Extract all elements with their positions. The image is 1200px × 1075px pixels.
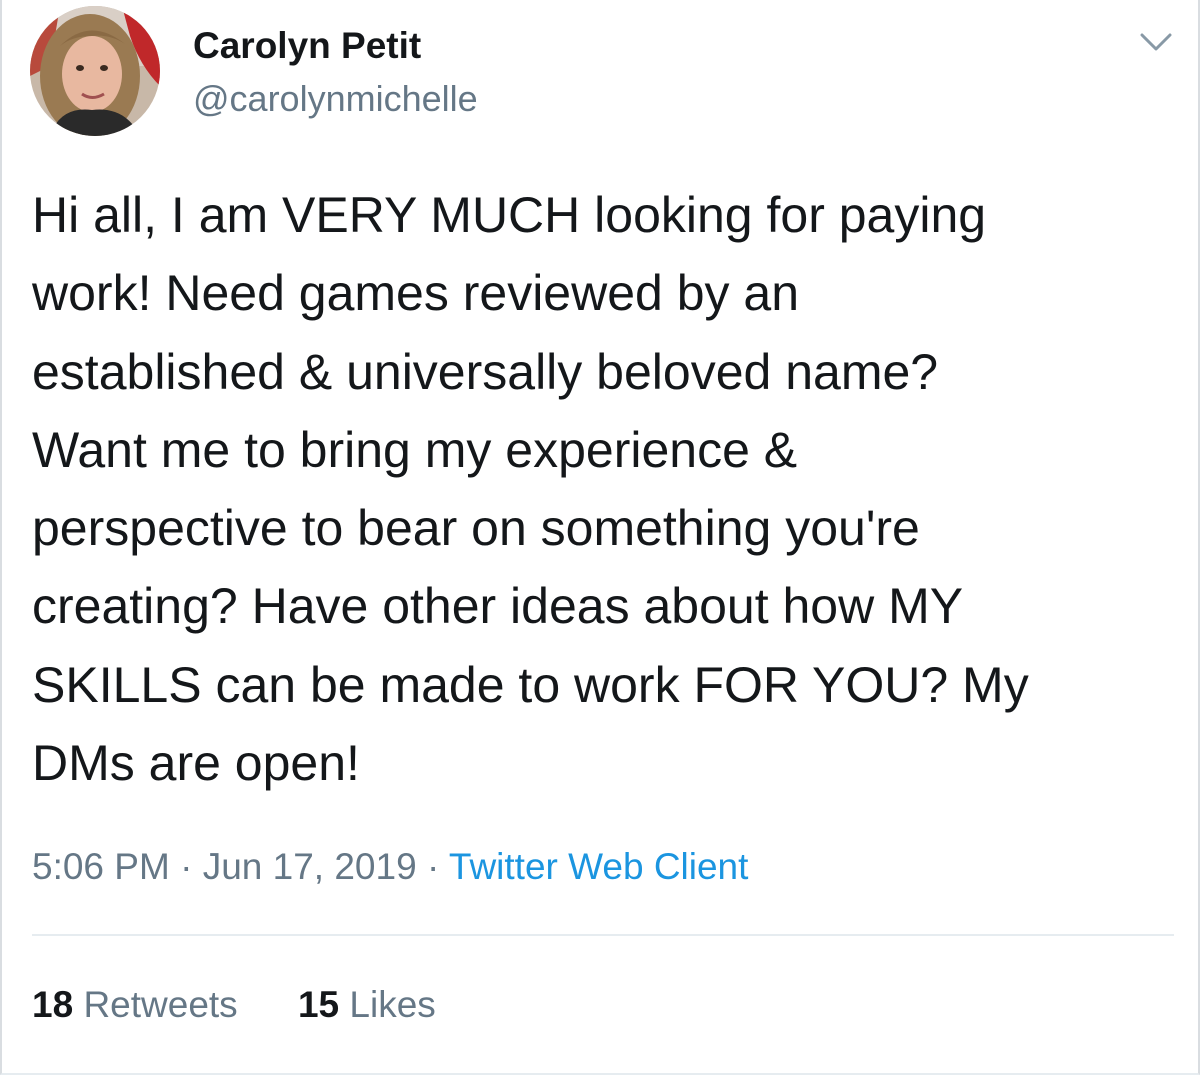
tweet-card: Carolyn Petit @carolynmichelle Hi all, I…: [0, 0, 1200, 1075]
retweets-label: Retweets: [83, 984, 238, 1025]
tweet-time[interactable]: 5:06 PM: [32, 846, 170, 887]
chevron-down-icon[interactable]: [1138, 30, 1174, 54]
tweet-meta: 5:06 PM · Jun 17, 2019 · Twitter Web Cli…: [32, 844, 748, 890]
avatar-image: [30, 6, 160, 136]
retweets-stat[interactable]: 18 Retweets: [32, 982, 238, 1028]
tweet-text-line: Hi all, I am VERY MUCH looking for payin…: [32, 187, 987, 243]
user-handle[interactable]: @carolynmichelle: [193, 77, 478, 121]
tweet-text-line: perspective to bear on something you're: [32, 500, 920, 557]
tweet-text-line: Want me to bring my experience &: [32, 421, 798, 478]
tweet-client-link[interactable]: Twitter Web Client: [449, 846, 749, 887]
tweet-text-line: established & universally beloved name?: [32, 343, 939, 400]
retweets-count: 18: [32, 984, 74, 1025]
likes-stat[interactable]: 15 Likes: [298, 982, 436, 1028]
meta-separator: ·: [180, 846, 193, 887]
divider: [32, 934, 1174, 936]
likes-count: 15: [297, 984, 340, 1025]
avatar[interactable]: [30, 6, 160, 136]
meta-separator: ·: [426, 846, 440, 887]
tweet-text: Hi all, I am VERY MUCH looking for payin…: [32, 176, 1182, 802]
tweet-date[interactable]: Jun 17, 2019: [203, 846, 417, 887]
tweet-text-line: SKILLS can be made to work FOR YOU? My: [32, 656, 1029, 713]
tweet-text-line: work! Need games reviewed by an: [32, 265, 800, 322]
tweet-stats: 18 Retweets 15 Likes: [32, 982, 436, 1028]
tweet-text-line: creating? Have other ideas about how MY: [32, 578, 964, 635]
user-name[interactable]: Carolyn Petit: [193, 24, 421, 68]
tweet-text-line: DMs are open!: [32, 735, 360, 792]
likes-label: Likes: [349, 984, 436, 1025]
